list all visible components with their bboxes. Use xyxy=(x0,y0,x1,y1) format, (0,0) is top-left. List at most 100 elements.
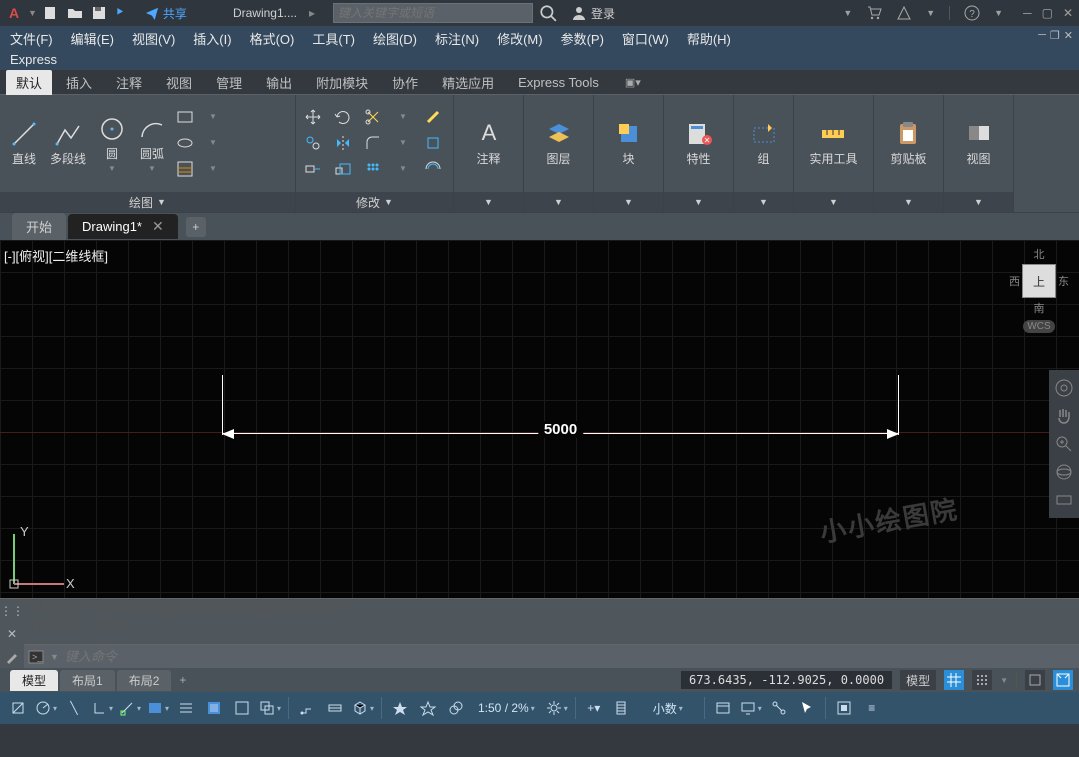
rect-icon[interactable] xyxy=(174,106,196,128)
copy-icon[interactable] xyxy=(302,132,324,154)
ribtab-collab[interactable]: 协作 xyxy=(382,70,428,95)
ribtab-output[interactable]: 输出 xyxy=(256,70,302,95)
menu-tools[interactable]: 工具(T) xyxy=(312,29,355,48)
hatch-drop-icon[interactable]: ▼ xyxy=(202,158,224,180)
new-icon[interactable] xyxy=(43,5,59,21)
sb-dim1-icon[interactable] xyxy=(323,697,347,719)
tab-drawing1[interactable]: Drawing1*✕ xyxy=(68,214,178,239)
stretch-icon[interactable] xyxy=(302,158,324,180)
array-icon[interactable] xyxy=(362,158,384,180)
saveas-icon[interactable]: ⯈ xyxy=(115,5,131,21)
pan-icon[interactable] xyxy=(1054,406,1074,426)
fillet-drop[interactable]: ▼ xyxy=(392,132,414,154)
tab-close-icon[interactable]: ✕ xyxy=(152,218,164,235)
close-icon[interactable]: ✕ xyxy=(1063,6,1073,20)
ribtab-insert[interactable]: 插入 xyxy=(56,70,102,95)
status-view-toggle[interactable] xyxy=(1025,670,1045,690)
rotate-icon[interactable] xyxy=(332,106,354,128)
sb-polar-icon[interactable] xyxy=(34,697,58,719)
sb-ortho-icon[interactable] xyxy=(90,697,114,719)
sb-osnap-icon[interactable] xyxy=(118,697,142,719)
view-cube[interactable]: 北 西 上 东 南 WCS xyxy=(1009,246,1069,326)
sb-graph-icon[interactable] xyxy=(767,697,791,719)
sb-clean-icon[interactable] xyxy=(832,697,856,719)
panel-modify-label[interactable]: 修改 ▼ xyxy=(296,192,453,212)
sb-scale-label[interactable]: 1:50 / 2% xyxy=(472,697,541,719)
menu-modify[interactable]: 修改(M) xyxy=(497,29,543,48)
login-drop-icon[interactable]: ▼ xyxy=(843,8,852,18)
ellipse-drop-icon[interactable]: ▼ xyxy=(202,132,224,154)
sb-units-label[interactable]: 小数 xyxy=(638,697,698,719)
offset-icon[interactable] xyxy=(422,158,444,180)
panel-props[interactable]: ✕特性 ▼ xyxy=(664,95,734,212)
sb-cursor-icon[interactable] xyxy=(795,697,819,719)
tab-add-button[interactable]: + xyxy=(186,217,206,237)
sb-custom-icon[interactable]: ≡ xyxy=(860,697,884,719)
panel-view[interactable]: 视图 ▼ xyxy=(944,95,1014,212)
save-icon[interactable] xyxy=(91,5,107,21)
layout-2[interactable]: 布局2 xyxy=(117,670,172,691)
search-icon[interactable] xyxy=(539,4,557,22)
sb-iso-icon[interactable]: ╲ xyxy=(62,697,86,719)
line-button[interactable]: 直线 xyxy=(4,116,44,171)
search-input[interactable] xyxy=(333,3,533,23)
login-button[interactable]: 登录 xyxy=(571,5,615,22)
doc-restore-icon[interactable]: ❐ xyxy=(1050,29,1060,42)
share-button[interactable]: 共享 xyxy=(145,5,187,22)
panel-block[interactable]: 块 ▼ xyxy=(594,95,664,212)
sb-annoscale-icon[interactable] xyxy=(388,697,412,719)
array-drop[interactable]: ▼ xyxy=(392,158,414,180)
maximize-icon[interactable]: ▢ xyxy=(1042,6,1053,20)
doc-minimize-icon[interactable]: ─ xyxy=(1038,29,1046,42)
sb-sel-icon[interactable] xyxy=(258,697,282,719)
ribtab-featured[interactable]: 精选应用 xyxy=(432,70,504,95)
tab-start[interactable]: 开始 xyxy=(12,213,66,240)
panel-clipboard[interactable]: 剪贴板 ▼ xyxy=(874,95,944,212)
erase-icon[interactable] xyxy=(422,106,444,128)
sb-tpy-icon[interactable] xyxy=(230,697,254,719)
hatch-icon[interactable] xyxy=(174,158,196,180)
menu-dim[interactable]: 标注(N) xyxy=(435,29,479,48)
sb-annoscale3-icon[interactable] xyxy=(444,697,468,719)
open-icon[interactable] xyxy=(67,5,83,21)
trim-drop[interactable]: ▼ xyxy=(392,106,414,128)
menu-format[interactable]: 格式(O) xyxy=(250,29,295,48)
ellipse-icon[interactable] xyxy=(174,132,196,154)
sb-units-icon[interactable] xyxy=(610,697,634,719)
cmd-close-icon[interactable]: ✕ xyxy=(7,627,17,641)
orbit-icon[interactable] xyxy=(1054,462,1074,482)
navwheel-icon[interactable] xyxy=(1054,378,1074,398)
mirror-icon[interactable] xyxy=(332,132,354,154)
app-logo[interactable]: A xyxy=(6,5,22,21)
ribtab-addons[interactable]: 附加模块 xyxy=(306,70,378,95)
sb-dyn-icon[interactable] xyxy=(295,697,319,719)
status-model-toggle[interactable]: 模型 xyxy=(900,670,936,690)
status-grid-toggle[interactable] xyxy=(944,670,964,690)
menu-view[interactable]: 视图(V) xyxy=(132,29,175,48)
menu-edit[interactable]: 编辑(E) xyxy=(71,29,114,48)
express-menu[interactable]: Express xyxy=(0,50,1079,70)
autodesk-icon[interactable] xyxy=(896,5,912,21)
help-icon[interactable]: ? xyxy=(964,5,980,21)
menu-draw[interactable]: 绘图(D) xyxy=(373,29,417,48)
status-array-toggle[interactable] xyxy=(972,670,992,690)
sb-qp-icon[interactable]: +▾ xyxy=(582,697,606,719)
ribtab-annotate[interactable]: 注释 xyxy=(106,70,152,95)
menu-param[interactable]: 参数(P) xyxy=(561,29,604,48)
trim-icon[interactable] xyxy=(362,106,384,128)
ribtab-view[interactable]: 视图 xyxy=(156,70,202,95)
cart-icon[interactable] xyxy=(866,5,882,21)
sb-annoscale2-icon[interactable] xyxy=(416,697,440,719)
menu-window[interactable]: 窗口(W) xyxy=(622,29,669,48)
ribtab-express[interactable]: Express Tools xyxy=(508,72,609,93)
status-max-toggle[interactable] xyxy=(1053,670,1073,690)
fillet-icon[interactable] xyxy=(362,132,384,154)
sb-gear-icon[interactable] xyxy=(545,697,569,719)
sb-mon-icon[interactable] xyxy=(739,697,763,719)
ribbon-collapse-icon[interactable]: ▣▾ xyxy=(625,76,641,89)
arc-button[interactable]: 圆弧▼ xyxy=(132,111,172,177)
menu-insert[interactable]: 插入(I) xyxy=(193,29,231,48)
layout-model[interactable]: 模型 xyxy=(10,670,58,691)
zoom-icon[interactable] xyxy=(1054,434,1074,454)
drawing-area[interactable]: [-][俯视][二维线框] 5000 小小绘图院 Y X 北 西 上 东 南 W… xyxy=(0,240,1079,598)
